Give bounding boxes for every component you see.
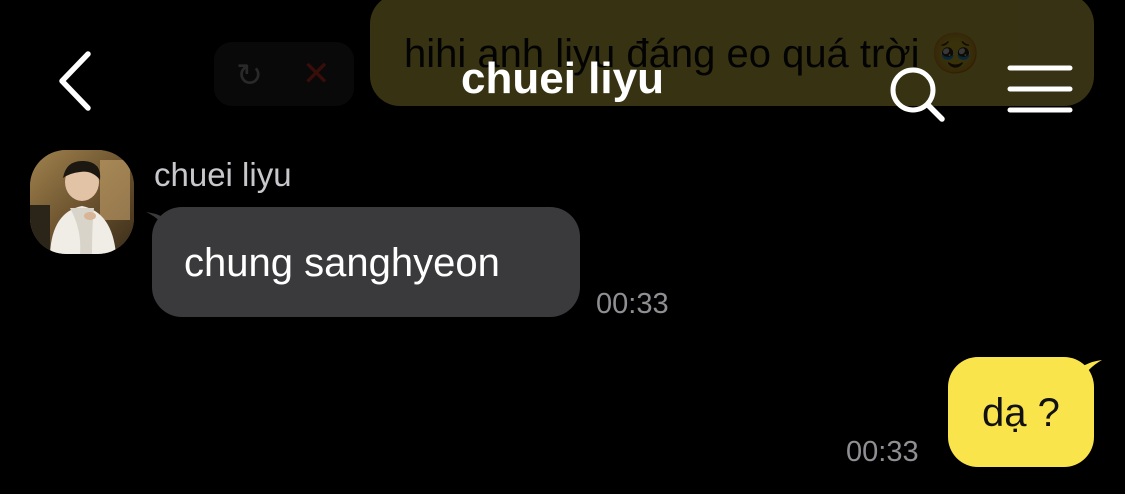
search-button[interactable]	[882, 60, 952, 130]
profile-photo	[30, 150, 134, 254]
incoming-message-bubble[interactable]: chung sanghyeon	[152, 207, 580, 317]
hamburger-menu-icon	[1007, 65, 1073, 113]
outgoing-message-bubble[interactable]: dạ ?	[948, 357, 1094, 467]
menu-button[interactable]	[1004, 62, 1078, 118]
sender-name: chuei liyu	[154, 156, 292, 193]
message-timestamp: 00:33	[596, 288, 669, 320]
chat-title: chuei liyu	[461, 54, 664, 103]
message-timestamp: 00:33	[846, 436, 919, 468]
avatar[interactable]	[30, 150, 134, 254]
chat-screen: hihi anh liyu đáng eo quá trời 🥹 ↻ ✕ chu…	[0, 0, 1125, 494]
search-icon	[890, 67, 945, 122]
message-text: chung sanghyeon	[184, 241, 500, 285]
chat-header: chuei liyu	[0, 0, 1125, 150]
message-text: dạ ?	[982, 391, 1060, 435]
